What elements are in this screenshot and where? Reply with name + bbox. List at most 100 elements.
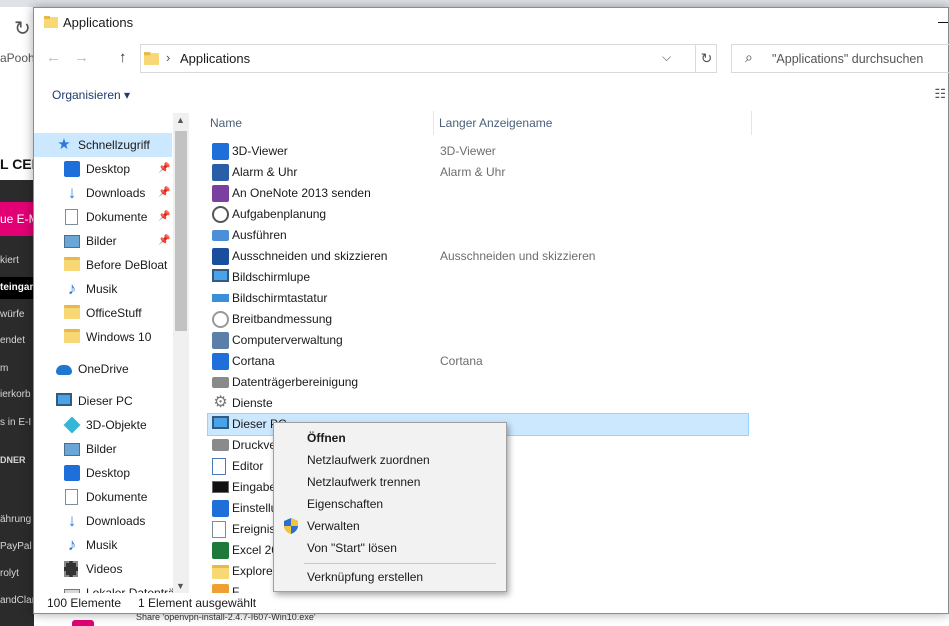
nav-label: Downloads: [86, 186, 146, 200]
cortana-icon: [212, 353, 229, 370]
file-name: Aufgabenplanung: [232, 207, 327, 221]
file-row[interactable]: Ausschneiden und skizzieren Ausschneiden…: [208, 246, 748, 267]
menu-item-disconnect-network-drive[interactable]: Netzlaufwerk trennen: [274, 471, 506, 493]
nav-item-music[interactable]: ♪ Musik: [34, 277, 172, 301]
nav-label: Musik: [86, 538, 118, 552]
address-dropdown-icon[interactable]: ⌵: [662, 50, 671, 65]
file-long-name: 3D-Viewer: [440, 144, 496, 158]
column-divider[interactable]: [433, 111, 434, 135]
file-row[interactable]: Bildschirmtastatur: [208, 288, 748, 309]
address-bar[interactable]: › Applications ⌵ ↻: [140, 44, 717, 73]
file-row[interactable]: Ausführen: [208, 225, 748, 246]
column-header-name[interactable]: Name: [210, 116, 242, 130]
nav-item-downloads[interactable]: ↓ Downloads: [34, 509, 172, 533]
nav-item-pictures[interactable]: Bilder 📌: [34, 229, 172, 253]
search-input[interactable]: ⌕ "Applications" durchsuchen: [731, 44, 949, 73]
details-view-icon[interactable]: ☷: [934, 86, 946, 102]
menu-label: Öffnen: [307, 431, 346, 445]
new-email-button[interactable]: ue E-M: [0, 202, 34, 236]
column-divider[interactable]: [751, 111, 752, 135]
pin-icon[interactable]: 📌: [158, 229, 170, 253]
panel-item[interactable]: endet: [0, 335, 34, 346]
nav-item-officestuff[interactable]: OfficeStuff: [34, 301, 172, 325]
file-row[interactable]: An OneNote 2013 senden: [208, 183, 748, 204]
file-name: Cortana: [232, 354, 275, 368]
minimize-button[interactable]: [938, 22, 948, 23]
pin-icon[interactable]: 📌: [158, 181, 170, 205]
menu-item-unpin-from-start[interactable]: Von "Start" lösen: [274, 537, 506, 559]
file-row[interactable]: ⚙ Dienste: [208, 393, 748, 414]
file-row[interactable]: Alarm & Uhr Alarm & Uhr: [208, 162, 748, 183]
panel-item[interactable]: rolyt: [0, 568, 34, 579]
panel-item-active[interactable]: teingan: [0, 277, 34, 299]
back-button[interactable]: ←: [46, 49, 61, 66]
pin-icon[interactable]: 📌: [158, 157, 170, 181]
panel-item[interactable]: kiert: [0, 255, 34, 266]
nav-item-windows-10[interactable]: Windows 10: [34, 325, 172, 349]
panel-item[interactable]: PayPal: [0, 541, 34, 552]
organize-menu[interactable]: Organisieren ▾: [52, 88, 130, 102]
menu-item-manage[interactable]: Verwalten: [274, 515, 506, 537]
nav-item-desktop[interactable]: Desktop: [34, 461, 172, 485]
refresh-button[interactable]: ↻: [695, 45, 717, 72]
nav-item-pictures[interactable]: Bilder: [34, 437, 172, 461]
panel-item[interactable]: ierkorb: [0, 389, 34, 400]
task-scheduler-icon: [212, 206, 229, 223]
nav-item-desktop[interactable]: Desktop 📌: [34, 157, 172, 181]
nav-item-documents[interactable]: Dokumente: [34, 485, 172, 509]
disk-cleanup-icon: [212, 377, 229, 388]
download-icon: ↓: [67, 183, 77, 202]
menu-separator: [304, 563, 496, 564]
menu-item-create-shortcut[interactable]: Verknüpfung erstellen: [274, 566, 506, 588]
nav-item-downloads[interactable]: ↓ Downloads 📌: [34, 181, 172, 205]
folder-icon: [64, 305, 80, 319]
menu-item-map-network-drive[interactable]: Netzlaufwerk zuordnen: [274, 449, 506, 471]
nav-label: 3D-Objekte: [86, 418, 147, 432]
desktop-icon: [64, 161, 80, 177]
command-bar: Organisieren ▾ ☷: [34, 81, 948, 109]
panel-item[interactable]: m: [0, 363, 34, 374]
column-header-long-name[interactable]: Langer Anzeigename: [439, 116, 552, 130]
nav-item-local-disk[interactable]: Lokaler Datenträ: [34, 581, 175, 593]
file-row[interactable]: Cortana Cortana: [208, 351, 748, 372]
title-bar[interactable]: Applications: [34, 8, 948, 38]
file-long-name: Alarm & Uhr: [440, 165, 506, 179]
panel-item[interactable]: s in E-I: [0, 417, 34, 428]
file-row[interactable]: Computerverwaltung: [208, 330, 748, 351]
forward-button[interactable]: →: [74, 49, 89, 66]
file-row[interactable]: Breitbandmessung: [208, 309, 748, 330]
run-icon: [212, 230, 229, 241]
excel-icon: [212, 542, 229, 559]
nav-item-onedrive[interactable]: OneDrive: [34, 357, 172, 381]
desktop-icon: [64, 465, 80, 481]
file-row[interactable]: Bildschirmlupe: [208, 267, 748, 288]
panel-item[interactable]: andClar: [0, 595, 34, 606]
file-name: 3D-Viewer: [232, 144, 288, 158]
up-button[interactable]: ↑: [119, 49, 127, 66]
nav-item-before-debloat[interactable]: Before DeBloat: [34, 253, 172, 277]
nav-item-quick-access[interactable]: ★ Schnellzugriff: [34, 133, 172, 157]
nav-item-documents[interactable]: Dokumente 📌: [34, 205, 172, 229]
file-row[interactable]: Aufgabenplanung: [208, 204, 748, 225]
onenote-icon: [212, 185, 229, 202]
cmd-icon: [212, 481, 229, 493]
nav-pane-scrollbar[interactable]: ▲ ▼: [173, 113, 189, 593]
nav-item-this-pc[interactable]: Dieser PC: [34, 389, 172, 413]
scroll-up-icon[interactable]: ▲: [176, 115, 185, 125]
menu-item-properties[interactable]: Eigenschaften: [274, 493, 506, 515]
pin-icon[interactable]: 📌: [158, 205, 170, 229]
panel-item[interactable]: würfe: [0, 309, 34, 320]
browser-reload-icon[interactable]: ↻: [14, 16, 31, 41]
panel-item[interactable]: ährung: [0, 514, 34, 525]
file-row[interactable]: Datenträgerbereinigung: [208, 372, 748, 393]
file-long-name: Ausschneiden und skizzieren: [440, 249, 596, 263]
notification-badge: [72, 620, 94, 626]
nav-item-music[interactable]: ♪ Musik: [34, 533, 172, 557]
menu-item-open[interactable]: Öffnen: [274, 427, 506, 449]
file-row[interactable]: 3D-Viewer 3D-Viewer: [208, 141, 748, 162]
breadcrumb-applications[interactable]: Applications: [180, 51, 250, 66]
nav-item-3d-objects[interactable]: 3D-Objekte: [34, 413, 172, 437]
scrollbar-thumb[interactable]: [175, 131, 187, 331]
scroll-down-icon[interactable]: ▼: [176, 581, 185, 591]
nav-item-videos[interactable]: Videos: [34, 557, 172, 581]
